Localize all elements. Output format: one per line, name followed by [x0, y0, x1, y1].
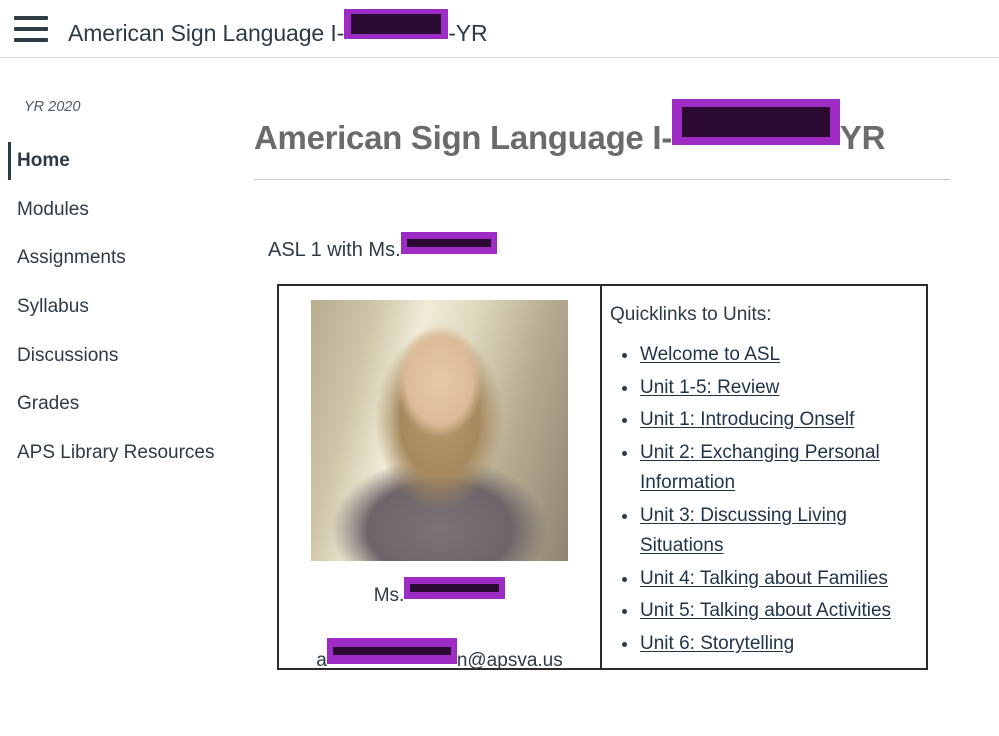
quicklinks-list: Welcome to ASL Unit 1-5: Review Unit 1: …	[608, 340, 926, 659]
quicklink-unit-5[interactable]: Unit 5: Talking about Activities	[640, 600, 891, 621]
quicklink-unit-1-5-review[interactable]: Unit 1-5: Review	[640, 377, 779, 398]
quicklink-welcome-to-asl[interactable]: Welcome to ASL	[640, 344, 780, 365]
sidebar-item-home[interactable]: Home	[0, 139, 215, 183]
list-item: Unit 6: Storytelling	[608, 629, 926, 660]
teacher-portrait-photo	[311, 300, 568, 562]
intro-line-prefix: ASL 1 with Ms.	[268, 239, 401, 262]
sidebar-item-syllabus[interactable]: Syllabus	[0, 285, 215, 329]
quicklink-unit-6[interactable]: Unit 6: Storytelling	[640, 633, 794, 654]
course-navigation-sidebar: YR 2020 Home Modules Assignments Syllabu…	[0, 59, 215, 479]
teacher-name: Ms.	[373, 577, 506, 607]
list-item: Unit 1-5: Review	[608, 373, 926, 404]
quicklinks-cell: Quicklinks to Units: Welcome to ASL Unit…	[602, 286, 926, 668]
list-item: Unit 2: Exchanging Personal Information	[608, 438, 926, 499]
page-title: American Sign Language I- YR	[254, 99, 954, 157]
list-item: Unit 4: Talking about Families	[608, 564, 926, 595]
list-item: Welcome to ASL	[608, 340, 926, 371]
sidebar-item-label: Modules	[17, 198, 89, 220]
topbar-title-suffix: -YR	[448, 19, 488, 46]
sidebar-item-assignments[interactable]: Assignments	[0, 236, 215, 280]
main-content: American Sign Language I- YR ASL 1 with …	[254, 59, 954, 671]
sidebar-item-label: Discussions	[17, 344, 119, 366]
teacher-email-suffix: n@apsva.us	[456, 650, 563, 672]
quicklink-unit-2[interactable]: Unit 2: Exchanging Personal Information	[640, 442, 880, 494]
sidebar-item-label: APS Library Resources	[17, 441, 215, 463]
term-label: YR 2020	[24, 99, 81, 115]
sidebar-item-label: Home	[17, 150, 70, 171]
topbar-title-prefix: American Sign Language I-	[68, 19, 345, 46]
sidebar-item-aps-library-resources[interactable]: APS Library Resources	[0, 431, 215, 475]
sidebar-item-label: Syllabus	[17, 295, 89, 317]
sidebar-item-discussions[interactable]: Discussions	[0, 334, 215, 378]
topbar-course-title: American Sign Language I- -YR	[68, 8, 488, 47]
teacher-email: a n@apsva.us	[316, 638, 563, 672]
hamburger-bar-3	[14, 37, 48, 42]
sidebar-item-label: Assignments	[17, 247, 126, 269]
hamburger-bar-2	[14, 26, 48, 31]
teacher-email-prefix: a	[316, 650, 327, 672]
sidebar-item-modules[interactable]: Modules	[0, 188, 215, 232]
quicklink-unit-1[interactable]: Unit 1: Introducing Onself	[640, 409, 854, 430]
redaction-mark-teacher-email	[326, 638, 457, 665]
sidebar-item-label: Grades	[17, 393, 80, 415]
redaction-mark-intro	[400, 232, 497, 255]
list-item: Unit 5: Talking about Activities	[608, 596, 926, 627]
redaction-mark-topbar	[344, 8, 449, 39]
hamburger-menu-icon[interactable]	[14, 15, 48, 42]
sidebar-item-grades[interactable]: Grades	[0, 382, 215, 426]
quicklinks-heading: Quicklinks to Units:	[610, 304, 772, 326]
top-header-bar: American Sign Language I- -YR	[0, 0, 999, 58]
hamburger-bar-1	[14, 15, 48, 20]
redaction-mark-teacher-name	[404, 577, 506, 600]
intro-line: ASL 1 with Ms.	[268, 232, 954, 262]
page-title-prefix: American Sign Language I-	[254, 119, 672, 156]
teacher-name-prefix: Ms.	[373, 585, 405, 607]
title-divider	[254, 179, 950, 181]
quicklink-unit-3[interactable]: Unit 3: Discussing Living Situations	[640, 505, 847, 557]
list-item: Unit 3: Discussing Living Situations	[608, 501, 926, 562]
teacher-info-cell: Ms. a n@apsva.us	[279, 286, 602, 671]
page-title-suffix: YR	[839, 119, 886, 156]
course-info-table: Ms. a n@apsva.us Quicklinks to Units: We…	[277, 284, 928, 671]
list-item: Unit 1: Introducing Onself	[608, 405, 926, 436]
redaction-mark-page-title	[671, 99, 840, 145]
quicklink-unit-4[interactable]: Unit 4: Talking about Families	[640, 568, 888, 589]
